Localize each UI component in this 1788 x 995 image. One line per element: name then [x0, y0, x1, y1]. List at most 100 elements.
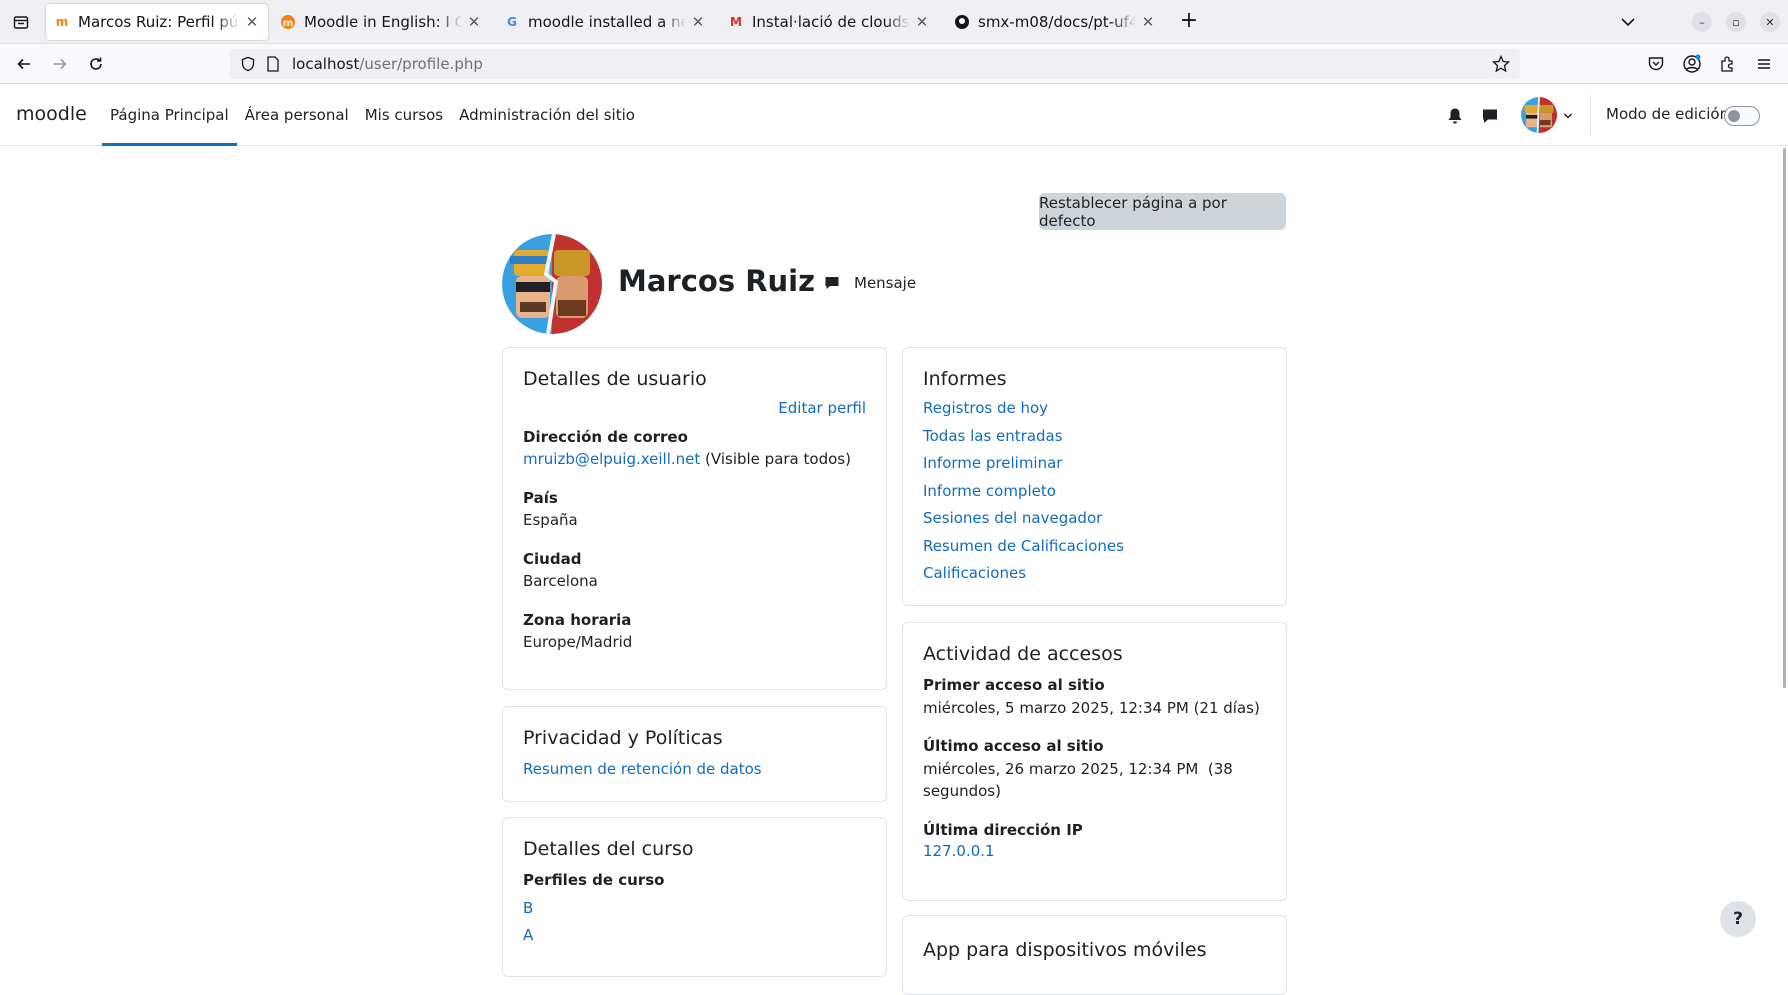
- restore-window-icon[interactable]: ▫: [1726, 12, 1746, 32]
- message-bubble-icon: [825, 277, 839, 289]
- reset-page-button[interactable]: Restablecer página a por defecto: [1039, 193, 1286, 230]
- edit-mode-toggle[interactable]: [1724, 106, 1760, 126]
- course-details-title: Detalles del curso: [523, 838, 694, 860]
- browser-tab-github[interactable]: smx-m08/docs/pt-uf4.md ✕: [946, 4, 1164, 40]
- edit-profile-link[interactable]: Editar perfil: [778, 399, 866, 417]
- pocket-icon[interactable]: [1646, 54, 1666, 74]
- browser-tab-google[interactable]: G moodle installed a new th ✕: [496, 4, 714, 40]
- help-button[interactable]: ?: [1720, 901, 1756, 937]
- report-link-outline[interactable]: Informe preliminar: [923, 454, 1062, 472]
- close-tab-icon[interactable]: ✕: [244, 13, 260, 31]
- privacy-card: Privacidad y Políticas Resumen de retenc…: [502, 706, 887, 802]
- github-favicon-icon: [954, 14, 970, 30]
- access-activity-title: Actividad de accesos: [923, 643, 1123, 665]
- browser-tab-profile[interactable]: m Marcos Ruiz: Perfil público ✕: [46, 4, 268, 40]
- course-details-card: Detalles del curso Perfiles de curso B A: [502, 817, 887, 977]
- toggle-knob: [1728, 110, 1740, 122]
- extensions-puzzle-icon[interactable]: [1718, 54, 1738, 74]
- forward-arrow-icon[interactable]: [46, 50, 74, 78]
- svg-text:m: m: [283, 18, 293, 29]
- user-menu-avatar[interactable]: [1521, 97, 1557, 133]
- report-link-grades-overview[interactable]: Resumen de Calificaciones: [923, 537, 1124, 555]
- list-all-tabs-chevron-icon[interactable]: [1616, 10, 1640, 34]
- last-ip-label: Última dirección IP: [923, 821, 1083, 839]
- report-link-grades[interactable]: Calificaciones: [923, 564, 1026, 582]
- nav-item-site-admin[interactable]: Administración del sitio: [451, 85, 643, 145]
- access-activity-card: Actividad de accesos Primer acceso al si…: [902, 622, 1287, 901]
- url-host: localhost: [292, 55, 360, 73]
- last-access-value-line2: segundos): [923, 782, 1001, 800]
- first-access-value: miércoles, 5 marzo 2025, 12:34 PM (21 dí…: [923, 699, 1260, 717]
- gmail-favicon-icon: M: [730, 15, 742, 29]
- first-access-label: Primer acceso al sitio: [923, 676, 1105, 694]
- report-link-today-logs[interactable]: Registros de hoy: [923, 399, 1048, 417]
- tab-title: Instal·lació de clouds - mr: [752, 13, 910, 31]
- new-tab-button[interactable]: +: [1176, 9, 1202, 35]
- tracking-protection-shield-icon[interactable]: [240, 56, 256, 76]
- close-tab-icon[interactable]: ✕: [690, 13, 706, 31]
- page-scrollbar[interactable]: [1783, 148, 1786, 688]
- page-info-icon[interactable]: [266, 56, 280, 76]
- message-label: Mensaje: [854, 274, 917, 292]
- user-menu-chevron-icon[interactable]: [1562, 107, 1574, 126]
- reports-card: Informes Registros de hoy Todas las entr…: [902, 347, 1287, 606]
- google-favicon-icon: G: [507, 15, 517, 29]
- url-bar[interactable]: localhost/user/profile.php: [230, 49, 1520, 79]
- browser-tabstrip: m Marcos Ruiz: Perfil público ✕ m Moodle…: [0, 0, 1788, 44]
- mobile-app-title: App para dispositivos móviles: [923, 939, 1207, 961]
- email-label: Dirección de correo: [523, 428, 688, 446]
- moodle-org-favicon-icon: m: [280, 14, 296, 30]
- profile-avatar: [502, 234, 602, 334]
- send-message-link[interactable]: Mensaje: [824, 274, 916, 292]
- messages-drawer-icon[interactable]: [1480, 106, 1500, 126]
- report-link-all-logs[interactable]: Todas las entradas: [923, 427, 1063, 445]
- privacy-title: Privacidad y Políticas: [523, 727, 723, 749]
- nav-item-home[interactable]: Página Principal: [102, 85, 237, 146]
- email-link[interactable]: mruizb@elpuig.xeill.net: [523, 450, 700, 468]
- minimize-window-icon[interactable]: –: [1692, 12, 1712, 32]
- reload-icon[interactable]: [82, 50, 110, 78]
- close-tab-icon[interactable]: ✕: [466, 13, 482, 31]
- city-label: Ciudad: [523, 550, 582, 568]
- timezone-label: Zona horaria: [523, 611, 632, 629]
- tab-title: moodle installed a new th: [528, 13, 686, 31]
- account-icon[interactable]: [1682, 54, 1702, 74]
- nav-item-my-courses[interactable]: Mis cursos: [357, 85, 451, 145]
- course-link-b[interactable]: B: [523, 899, 533, 917]
- bookmark-star-icon[interactable]: [1491, 54, 1511, 77]
- notifications-bell-icon[interactable]: [1445, 106, 1465, 126]
- last-ip-link[interactable]: 127.0.0.1: [923, 842, 995, 860]
- header-divider: [1590, 95, 1591, 135]
- tab-title: Moodle in English: I Change: [304, 13, 462, 31]
- data-retention-link[interactable]: Resumen de retención de datos: [523, 760, 762, 778]
- browser-navbar: localhost/user/profile.php: [0, 44, 1788, 84]
- close-tab-icon[interactable]: ✕: [914, 13, 930, 31]
- site-brand[interactable]: moodle: [16, 103, 87, 125]
- course-profiles-label: Perfiles de curso: [523, 871, 665, 889]
- profile-name: Marcos Ruiz: [618, 264, 815, 298]
- email-visibility: (Visible para todos): [705, 450, 851, 468]
- nav-item-dashboard[interactable]: Área personal: [237, 85, 357, 145]
- tab-list-icon[interactable]: [8, 9, 34, 35]
- back-arrow-icon[interactable]: [10, 50, 38, 78]
- course-link-a[interactable]: A: [523, 926, 533, 944]
- hamburger-menu-icon[interactable]: [1754, 54, 1774, 74]
- close-window-icon[interactable]: ✕: [1760, 12, 1780, 32]
- last-access-label: Último acceso al sitio: [923, 737, 1104, 755]
- tab-title: Marcos Ruiz: Perfil público: [78, 13, 240, 31]
- primary-navigation: Página Principal Área personal Mis curso…: [102, 85, 643, 146]
- browser-tab-moodle-org[interactable]: m Moodle in English: I Change ✕: [272, 4, 490, 40]
- user-details-card: Detalles de usuario Editar perfil Direcc…: [502, 347, 887, 690]
- tab-title: smx-m08/docs/pt-uf4.md: [978, 13, 1136, 31]
- reports-title: Informes: [923, 368, 1007, 390]
- country-value: España: [523, 511, 578, 529]
- report-link-browser-sessions[interactable]: Sesiones del navegador: [923, 509, 1102, 527]
- moodle-navbar: moodle Página Principal Área personal Mi…: [0, 85, 1788, 146]
- browser-tab-gmail[interactable]: M Instal·lació de clouds - mr ✕: [720, 4, 938, 40]
- user-details-title: Detalles de usuario: [523, 368, 707, 390]
- close-tab-icon[interactable]: ✕: [1140, 13, 1156, 31]
- report-link-complete[interactable]: Informe completo: [923, 482, 1056, 500]
- timezone-value: Europe/Madrid: [523, 633, 633, 651]
- last-access-value-line1: miércoles, 26 marzo 2025, 12:34 PM (38: [923, 760, 1233, 778]
- url-text[interactable]: localhost/user/profile.php: [292, 55, 483, 73]
